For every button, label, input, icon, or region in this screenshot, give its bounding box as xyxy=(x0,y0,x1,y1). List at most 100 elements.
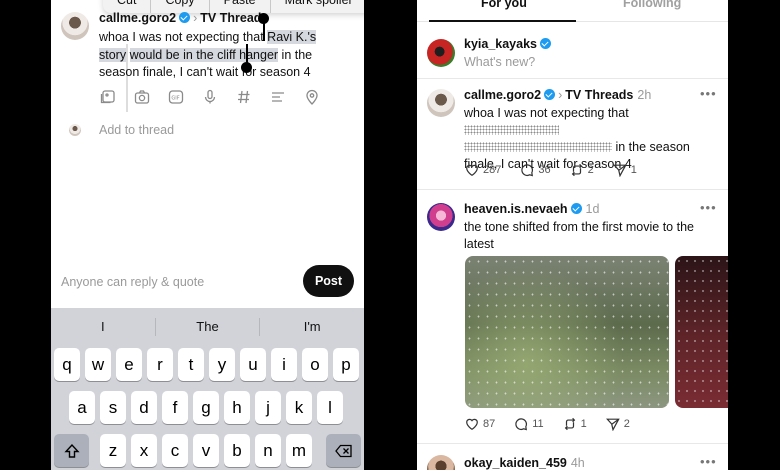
selection-start-knob[interactable] xyxy=(258,13,269,24)
heart-icon xyxy=(464,162,480,178)
svg-text:GIF: GIF xyxy=(171,96,179,102)
share-button[interactable]: 2 xyxy=(605,416,630,432)
post-button[interactable]: Post xyxy=(303,265,354,297)
suggestion-2[interactable]: The xyxy=(156,319,260,334)
add-to-thread[interactable]: Add to thread xyxy=(99,123,174,137)
key-n[interactable]: n xyxy=(255,434,281,467)
spoiler-text[interactable] xyxy=(464,125,559,135)
key-g[interactable]: g xyxy=(193,391,219,424)
key-w[interactable]: w xyxy=(85,348,111,381)
like-button[interactable]: 87 xyxy=(464,416,495,432)
key-m[interactable]: m xyxy=(286,434,312,467)
gallery-icon[interactable] xyxy=(99,88,117,106)
more-options-icon[interactable]: ••• xyxy=(700,86,717,101)
divider xyxy=(417,189,728,190)
post-actions: 87 11 1 2 xyxy=(464,416,648,432)
poll-icon[interactable] xyxy=(269,88,287,106)
heart-icon xyxy=(464,416,480,432)
suggestion-1[interactable]: I xyxy=(51,319,155,334)
share-count: 2 xyxy=(623,418,630,430)
post-username[interactable]: callme.goro2 xyxy=(464,88,541,102)
key-r[interactable]: r xyxy=(147,348,173,381)
send-icon xyxy=(612,162,628,178)
key-c[interactable]: c xyxy=(162,434,188,467)
selected-text: would be in the cliff hanger xyxy=(129,47,279,62)
compose-text-area[interactable]: whoa I was not expecting that Ravi K.'s … xyxy=(99,29,344,82)
key-k[interactable]: k xyxy=(286,391,312,424)
compose-header: callme.goro2 › TV Threads xyxy=(99,11,268,25)
share-count: 1 xyxy=(630,164,637,176)
post-topic[interactable]: TV Threads xyxy=(565,88,633,102)
key-i[interactable]: i xyxy=(271,348,297,381)
post-header: okay_kaiden_459 4h xyxy=(464,456,585,470)
post-username[interactable]: heaven.is.nevaeh xyxy=(464,202,568,216)
repost-button[interactable]: 1 xyxy=(562,416,587,432)
composer-username: kyia_kayaks xyxy=(464,37,537,51)
chevron-right-icon: › xyxy=(558,88,563,102)
location-icon[interactable] xyxy=(303,88,321,106)
share-button[interactable]: 1 xyxy=(612,162,637,178)
repost-count: 2 xyxy=(587,164,594,176)
reply-options[interactable]: Anyone can reply & quote xyxy=(61,275,204,289)
repost-icon xyxy=(562,416,578,432)
post-text: the tone shifted from the first movie to… xyxy=(464,220,694,251)
reply-button[interactable]: 36 xyxy=(519,162,551,178)
spoiler-text[interactable] xyxy=(464,142,612,152)
composer-header: kyia_kayaks xyxy=(464,37,551,51)
key-u[interactable]: u xyxy=(240,348,266,381)
key-t[interactable]: t xyxy=(178,348,204,381)
key-a[interactable]: a xyxy=(69,391,95,424)
post-username[interactable]: okay_kaiden_459 xyxy=(464,456,567,470)
avatar xyxy=(61,12,89,40)
verified-icon xyxy=(179,12,191,23)
divider xyxy=(417,78,728,79)
feed-tabs: For you Following xyxy=(417,0,728,22)
post-image-2[interactable] xyxy=(675,256,728,408)
whats-new-input[interactable]: What's new? xyxy=(464,55,535,69)
tab-following[interactable]: Following xyxy=(623,0,681,10)
post-text-mid: in the season xyxy=(615,140,690,154)
more-options-icon[interactable]: ••• xyxy=(700,454,717,469)
selection-end-knob[interactable] xyxy=(241,62,252,73)
key-p[interactable]: p xyxy=(333,348,359,381)
post-image-1[interactable] xyxy=(465,256,669,408)
avatar xyxy=(427,39,455,67)
microphone-icon[interactable] xyxy=(201,88,219,106)
verified-icon xyxy=(544,89,556,100)
shift-key-icon[interactable] xyxy=(54,434,89,467)
key-l[interactable]: l xyxy=(317,391,343,424)
key-v[interactable]: v xyxy=(193,434,219,467)
key-s[interactable]: s xyxy=(100,391,126,424)
backspace-key-icon[interactable] xyxy=(326,434,361,467)
reply-button[interactable]: 11 xyxy=(513,416,544,432)
key-o[interactable]: o xyxy=(302,348,328,381)
post-time: 4h xyxy=(570,456,585,470)
key-q[interactable]: q xyxy=(54,348,80,381)
key-b[interactable]: b xyxy=(224,434,250,467)
like-count: 287 xyxy=(483,164,502,176)
key-z[interactable]: z xyxy=(100,434,126,467)
keyboard-suggestions: I The I'm xyxy=(51,308,364,345)
post-time: 1d xyxy=(585,202,600,216)
gif-icon[interactable]: GIF xyxy=(167,88,185,106)
key-e[interactable]: e xyxy=(116,348,142,381)
suggestion-3[interactable]: I'm xyxy=(260,319,364,334)
key-x[interactable]: x xyxy=(131,434,157,467)
repost-icon xyxy=(569,162,585,178)
post-header: callme.goro2 › TV Threads 2h xyxy=(464,88,651,102)
key-f[interactable]: f xyxy=(162,391,188,424)
key-h[interactable]: h xyxy=(224,391,250,424)
compose-text-before: whoa I was not expecting that xyxy=(99,30,268,44)
key-j[interactable]: j xyxy=(255,391,281,424)
more-options-icon[interactable]: ••• xyxy=(700,200,717,215)
key-d[interactable]: d xyxy=(131,391,157,424)
camera-icon[interactable] xyxy=(133,88,151,106)
hashtag-icon[interactable] xyxy=(235,88,253,106)
tab-for-you[interactable]: For you xyxy=(481,0,527,10)
repost-button[interactable]: 2 xyxy=(569,162,594,178)
like-button[interactable]: 287 xyxy=(464,162,501,178)
key-y[interactable]: y xyxy=(209,348,235,381)
avatar xyxy=(427,89,455,117)
compose-screen: Cut Copy Paste Mark spoiler ❯ callme.gor… xyxy=(51,0,364,470)
menu-mark-spoiler[interactable]: Mark spoiler xyxy=(271,0,364,13)
